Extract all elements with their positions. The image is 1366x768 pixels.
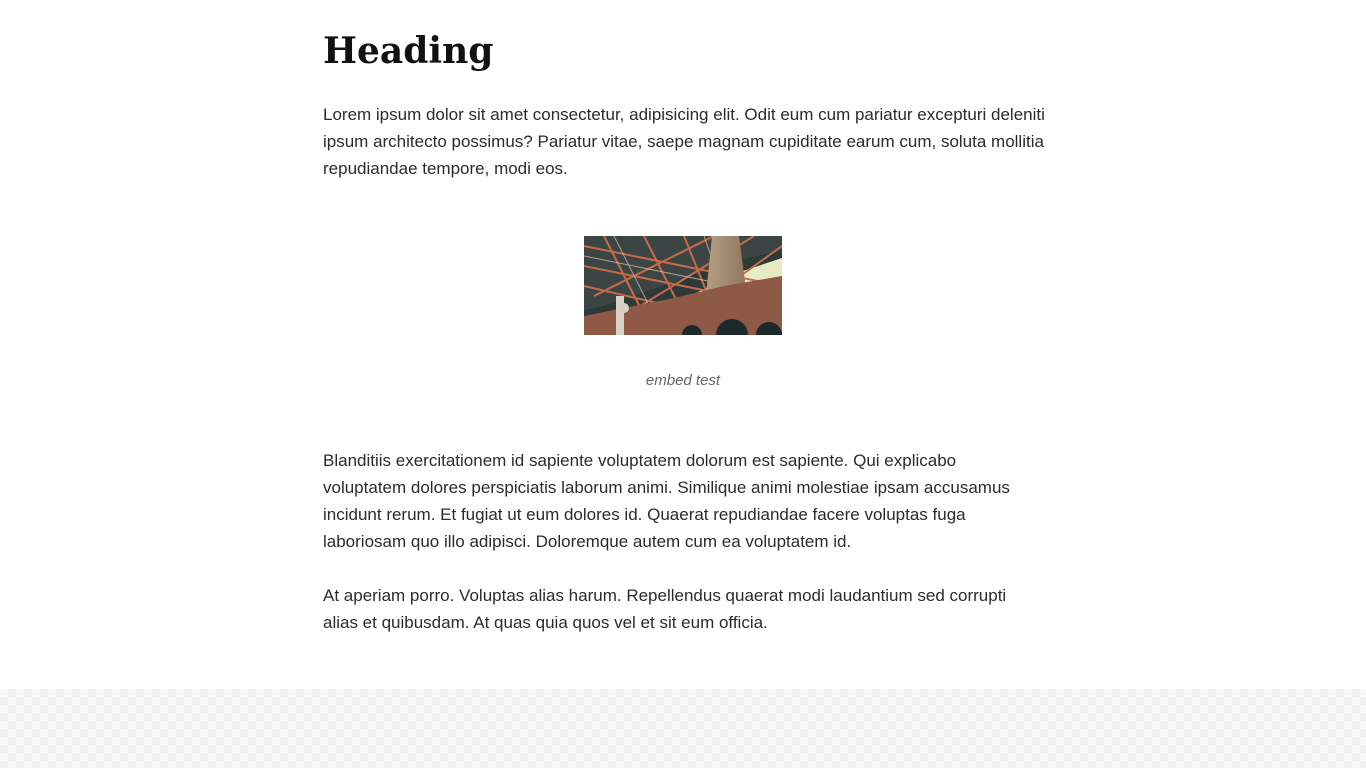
paragraph-closing: At aperiam porro. Voluptas alias harum. … (323, 586, 1007, 632)
embed-figure: embed test (323, 236, 1043, 389)
paragraph-intro: Lorem ipsum dolor sit amet consectetur, … (323, 105, 1045, 178)
page-heading: Heading (323, 30, 494, 72)
page: Heading Lorem ipsum dolor sit amet conse… (0, 0, 1366, 768)
paragraph-body: Blanditiis exercitationem id sapiente vo… (323, 451, 1010, 551)
footer-pattern-band (0, 689, 1366, 768)
figure-caption: embed test (645, 372, 721, 389)
bridge-photo (584, 236, 782, 335)
